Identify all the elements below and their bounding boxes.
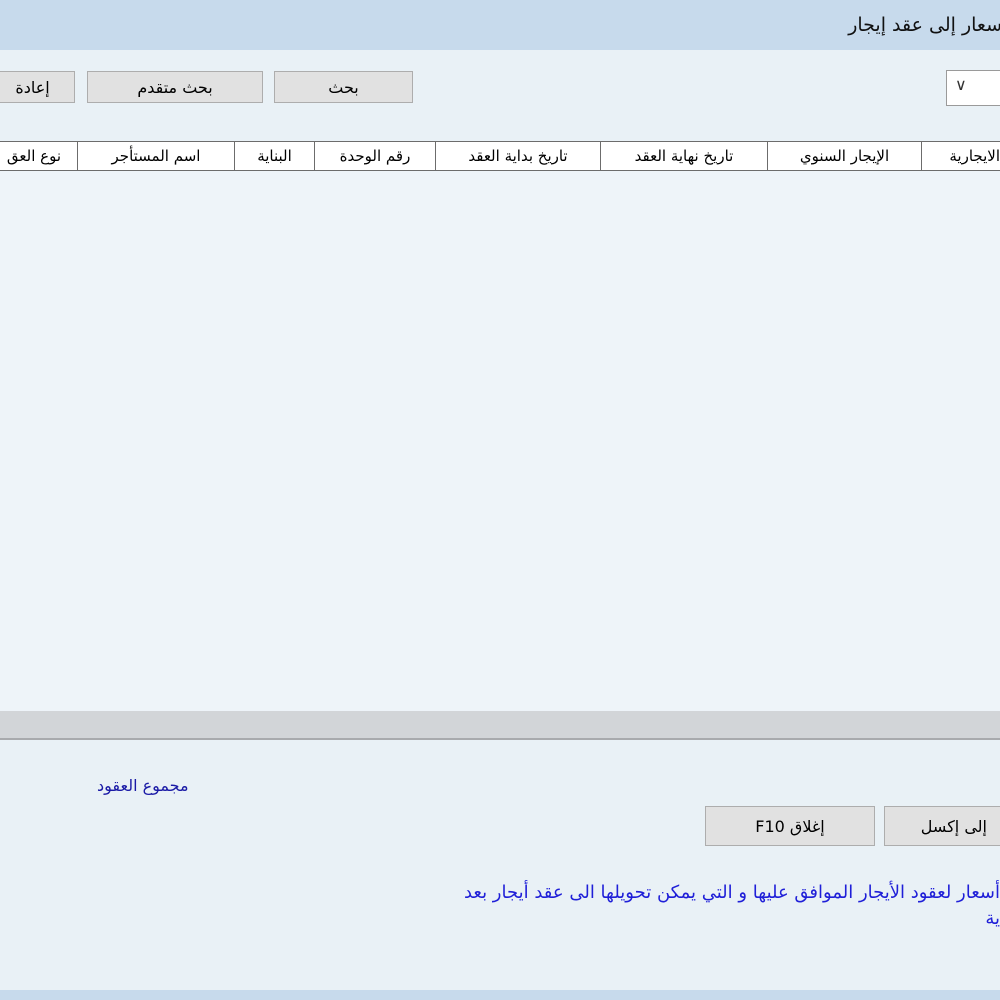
column-header-rental[interactable]: الايجارية: [921, 141, 1000, 171]
chevron-down-icon: ∨: [955, 75, 967, 94]
grid-body[interactable]: [0, 171, 1000, 711]
filter-dropdown[interactable]: ∨: [946, 70, 1000, 106]
column-header-unit-number[interactable]: رقم الوحدة: [314, 141, 436, 171]
column-header-contract-type[interactable]: نوع العق: [0, 141, 78, 171]
close-button[interactable]: إغلاق F10: [705, 806, 875, 846]
info-note-line-1: أسعار لعقود الأيجار الموافق عليها و التي…: [463, 882, 1000, 903]
search-button[interactable]: بحث: [274, 71, 413, 103]
column-header-annual-rent[interactable]: الإيجار السنوي: [767, 141, 922, 171]
column-header-tenant-name[interactable]: اسم المستأجر: [77, 141, 235, 171]
total-contracts-label: مجموع العقود: [97, 776, 189, 795]
reset-button[interactable]: إعادة: [0, 71, 75, 103]
export-excel-button[interactable]: إلى إكسل: [884, 806, 1000, 846]
horizontal-scrollbar[interactable]: [0, 711, 1000, 740]
title-bar: سعار إلى عقد إيجار: [0, 0, 1000, 50]
info-note: أسعار لعقود الأيجار الموافق عليها و التي…: [350, 880, 1000, 932]
window-title: سعار إلى عقد إيجار: [848, 14, 1000, 36]
column-header-end-date[interactable]: تاريخ نهاية العقد: [600, 141, 768, 171]
grid-header: نوع العق اسم المستأجر البناية رقم الوحدة…: [0, 141, 1000, 171]
info-note-line-2: ية: [985, 908, 1000, 929]
advanced-search-button[interactable]: بحث متقدم: [87, 71, 263, 103]
column-header-start-date[interactable]: تاريخ بداية العقد: [435, 141, 601, 171]
bottom-bar: [0, 990, 1000, 1000]
column-header-building[interactable]: البناية: [234, 141, 315, 171]
